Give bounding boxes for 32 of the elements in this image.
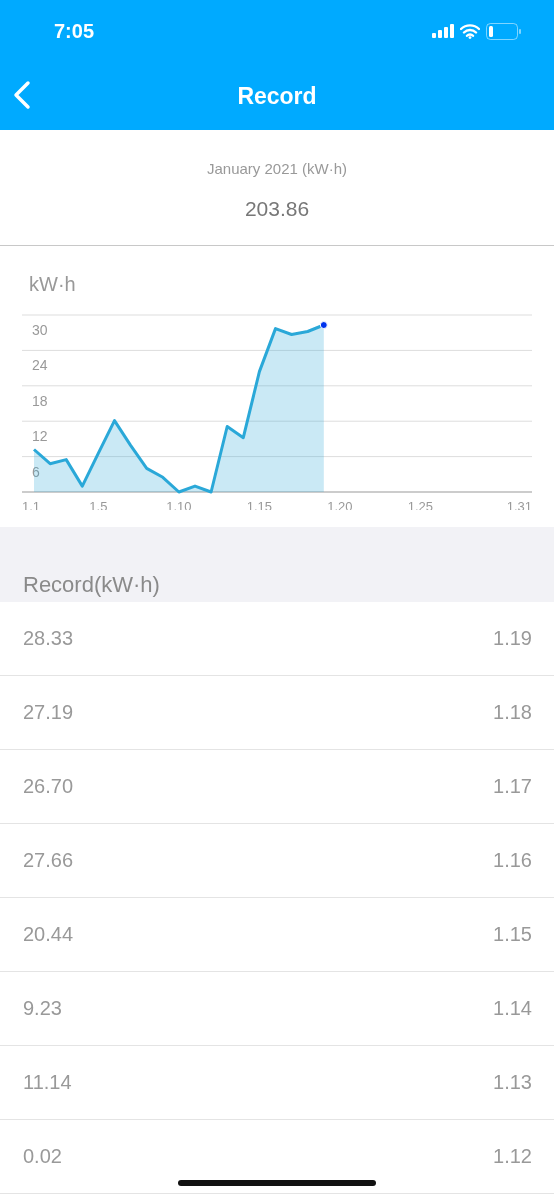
y-tick-label: 18 <box>32 392 48 409</box>
record-date: 1.13 <box>493 1071 532 1094</box>
record-date: 1.15 <box>493 923 532 946</box>
record-value: 20.44 <box>23 923 74 946</box>
signal-icon <box>432 24 454 38</box>
record-value: 11.14 <box>23 1071 72 1094</box>
y-tick-label: 12 <box>32 428 48 445</box>
wifi-icon <box>460 23 480 39</box>
back-icon[interactable] <box>13 80 31 110</box>
record-date: 1.18 <box>493 701 532 724</box>
screen-title: Record <box>237 82 317 110</box>
record-date: 1.16 <box>493 849 532 872</box>
chart-unit: kW·h <box>29 273 77 296</box>
total-value: 203.86 <box>244 197 310 221</box>
record-date: 1.12 <box>493 1145 532 1168</box>
record-value: 26.70 <box>23 775 74 798</box>
y-tick-label: 6 <box>32 463 40 480</box>
battery-icon <box>486 22 522 40</box>
record-date: 1.14 <box>493 997 532 1020</box>
record-value: 28.33 <box>23 627 74 650</box>
highlight-point <box>319 321 328 330</box>
record-value: 27.66 <box>23 849 74 872</box>
record-date: 1.17 <box>493 775 532 798</box>
y-tick-label: 30 <box>32 322 48 338</box>
record-date: 1.19 <box>493 627 532 650</box>
record-value: 9.23 <box>23 997 62 1020</box>
section-title: Record(kW·h) <box>23 572 160 598</box>
period-label: January 2021 (kW·h) <box>206 160 348 177</box>
record-value: 27.19 <box>23 701 74 724</box>
status-time: 7:05 <box>54 19 95 43</box>
y-tick-label: 24 <box>32 357 48 374</box>
record-value: 0.02 <box>23 1145 62 1168</box>
